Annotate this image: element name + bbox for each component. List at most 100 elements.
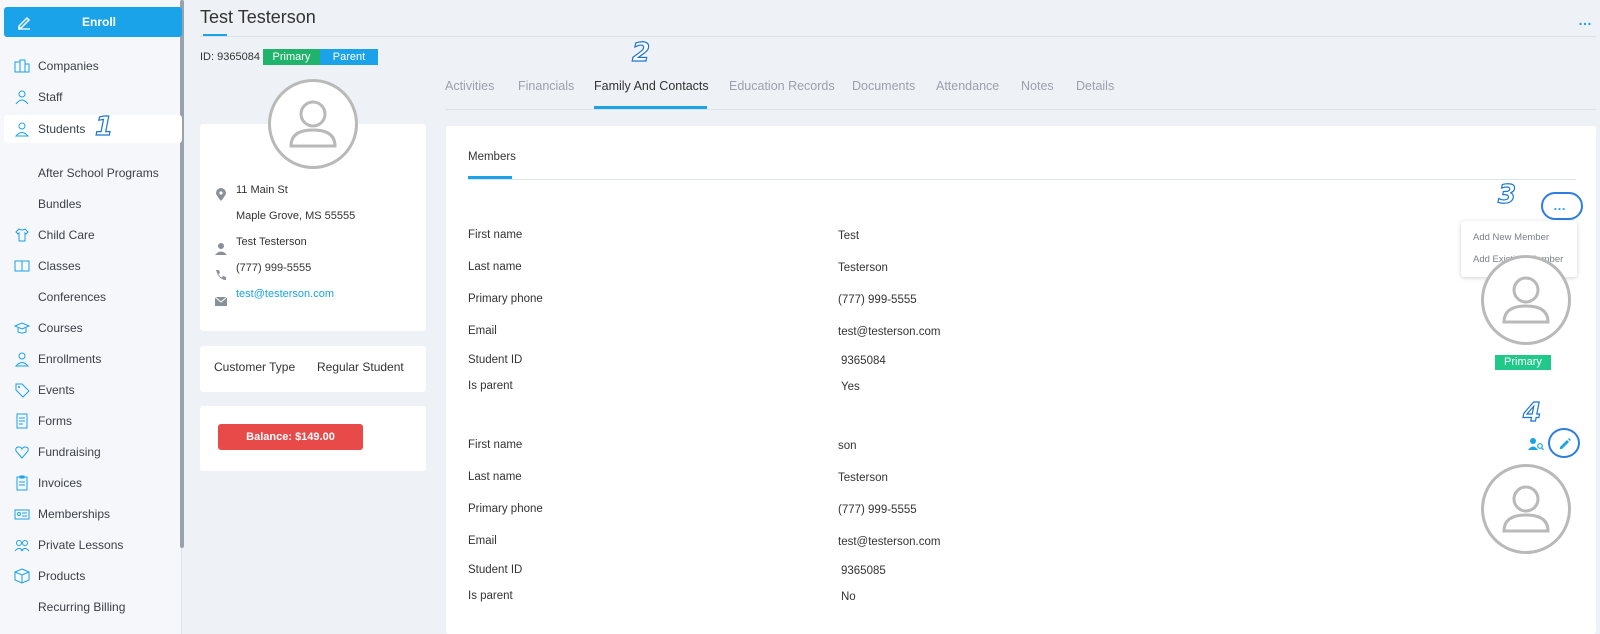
tab-documents[interactable]: Documents: [852, 79, 915, 93]
member-email: test@testerson.com: [838, 536, 941, 548]
sidebar-item-label: Conferences: [38, 290, 107, 304]
tab-family-and-contacts[interactable]: Family And Contacts: [594, 79, 709, 93]
avatar[interactable]: [268, 79, 358, 169]
sidebar-item-label: Events: [38, 383, 75, 397]
id-card-icon: [14, 509, 30, 520]
sidebar-item-courses[interactable]: Courses: [4, 314, 182, 342]
sidebar-item-label: Companies: [38, 59, 99, 73]
members-more-button[interactable]: …: [1541, 192, 1583, 220]
tabs-divider: [445, 109, 1596, 110]
sidebar-item-private-lessons[interactable]: Private Lessons: [4, 531, 182, 559]
tag-icon: [15, 383, 30, 398]
user-icon: [14, 352, 30, 367]
tab-education-records[interactable]: Education Records: [729, 79, 835, 93]
header-more-button[interactable]: …: [1578, 12, 1592, 28]
member-student-id: 9365085: [841, 565, 886, 577]
sidebar-item-label: Courses: [38, 321, 83, 335]
first-name-label: First name: [468, 229, 523, 241]
location-pin-icon: [216, 188, 226, 201]
balance-button[interactable]: Balance: $149.00: [218, 424, 363, 450]
member-last-name: Testerson: [838, 472, 888, 484]
box-icon: [14, 568, 30, 584]
sidebar-item-label: Products: [38, 569, 86, 583]
sidebar-item-memberships[interactable]: Memberships: [4, 500, 182, 528]
member-primary-phone: (777) 999-5555: [838, 294, 917, 306]
sidebar-item-forms[interactable]: Forms: [4, 407, 182, 435]
edit-member-button[interactable]: [1548, 428, 1580, 458]
enroll-label: Enroll: [81, 15, 116, 29]
last-name-label: Last name: [468, 261, 522, 273]
member-is-parent: No: [841, 591, 856, 603]
parent-tag: Parent: [320, 49, 378, 65]
user-icon: [14, 122, 30, 137]
member-first-name: son: [838, 440, 857, 452]
add-new-member-item[interactable]: Add New Member: [1473, 232, 1549, 243]
user-search-icon[interactable]: [1528, 437, 1544, 451]
staff-icon: [15, 90, 29, 105]
member-is-parent: Yes: [841, 381, 860, 393]
sidebar-item-label: Memberships: [38, 507, 111, 521]
sidebar-item-label: Forms: [38, 414, 72, 428]
email-label: Email: [468, 325, 497, 337]
tab-notes[interactable]: Notes: [1021, 79, 1054, 93]
is-parent-label: Is parent: [468, 590, 513, 602]
person-icon: [215, 243, 227, 255]
sidebar-item-invoices[interactable]: Invoices: [4, 469, 182, 497]
clipboard-icon: [16, 475, 28, 491]
sidebar-item-enrollments[interactable]: Enrollments: [4, 345, 182, 373]
user-avatar-icon: [1502, 485, 1550, 533]
sidebar-item-child-care[interactable]: Child Care: [4, 221, 182, 249]
primary-phone-label: Primary phone: [468, 293, 543, 305]
student-id-label: ID: 9365084: [200, 51, 260, 63]
form-icon: [16, 413, 28, 429]
customer-type-value: Regular Student: [317, 360, 404, 374]
building-icon: [14, 59, 30, 73]
student-id-field-label: Student ID: [468, 564, 523, 576]
member-avatar[interactable]: [1481, 255, 1571, 345]
sidebar-item-staff[interactable]: Staff: [4, 83, 182, 111]
sidebar-item-classes[interactable]: Classes: [4, 252, 182, 280]
enroll-button[interactable]: Enroll: [4, 7, 182, 37]
sidebar-item-bundles[interactable]: Bundles: [4, 190, 182, 218]
annotation-4: 4: [1522, 397, 1542, 428]
member-avatar[interactable]: [1481, 464, 1571, 554]
sidebar-item-students[interactable]: Students: [4, 115, 182, 143]
primary-tag: Primary: [263, 49, 320, 65]
member-student-id: 9365084: [841, 355, 886, 367]
tab-financials[interactable]: Financials: [518, 79, 574, 93]
sidebar-item-label: Enrollments: [38, 352, 102, 366]
sidebar-item-label: Classes: [38, 259, 81, 273]
sidebar-item-label: Students: [38, 122, 86, 136]
pencil-icon: [1560, 438, 1571, 449]
sidebar-item-recurring-billing[interactable]: Recurring Billing: [4, 593, 182, 621]
heart-icon: [15, 446, 29, 459]
members-divider: [468, 179, 1576, 180]
tab-activities[interactable]: Activities: [445, 79, 494, 93]
graduation-cap-icon: [14, 322, 30, 334]
tab-attendance[interactable]: Attendance: [936, 79, 999, 93]
sidebar-item-label: Bundles: [38, 197, 82, 211]
customer-type-label: Customer Type: [214, 360, 296, 374]
email-label: Email: [468, 535, 497, 547]
sidebar-item-products[interactable]: Products: [4, 562, 182, 590]
sidebar-item-label: Private Lessons: [38, 538, 124, 552]
sidebar-item-label: Invoices: [38, 476, 83, 490]
more-icon: …: [1553, 198, 1566, 213]
tab-members[interactable]: Members: [468, 151, 516, 163]
student-id-field-label: Student ID: [468, 354, 523, 366]
sidebar-item-label: Staff: [38, 90, 63, 104]
member-first-name: Test: [838, 230, 860, 242]
page-title: Test Testerson: [200, 7, 316, 27]
sidebar-item-label: After School Programs: [38, 166, 159, 180]
sidebar-item-after-school-programs[interactable]: After School Programs: [4, 159, 182, 187]
tab-details[interactable]: Details: [1076, 79, 1114, 93]
sidebar-item-companies[interactable]: Companies: [4, 52, 182, 80]
sidebar-item-label: Recurring Billing: [38, 600, 126, 614]
sidebar-item-events[interactable]: Events: [4, 376, 182, 404]
annotation-3: 3: [1497, 179, 1517, 210]
first-name-label: First name: [468, 439, 523, 451]
sidebar-item-conferences[interactable]: Conferences: [4, 283, 182, 311]
sidebar-item-fundraising[interactable]: Fundraising: [4, 438, 182, 466]
member-email: test@testerson.com: [838, 326, 941, 338]
phone-icon: [216, 270, 226, 280]
